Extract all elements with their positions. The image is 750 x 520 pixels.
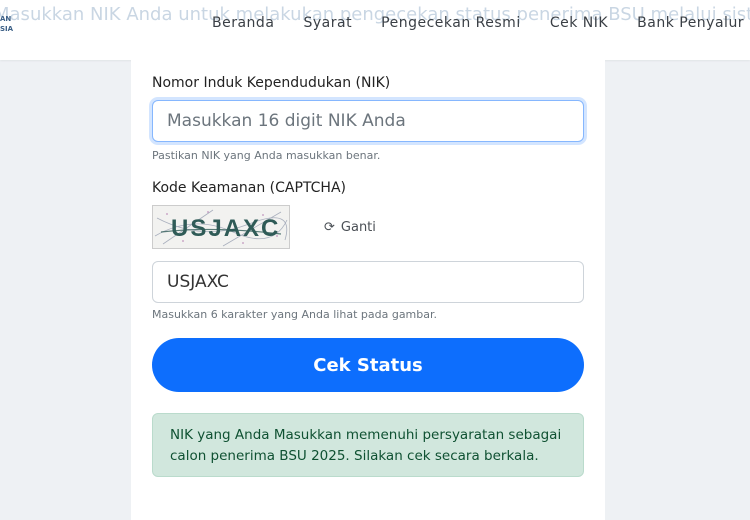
cek-status-button[interactable]: Cek Status	[152, 338, 584, 392]
nav-item-bank-penyalur[interactable]: Bank Penyalur	[637, 15, 744, 31]
site-logo[interactable]: AN SIA	[0, 14, 14, 40]
nav-item-pengecekan-resmi[interactable]: Pengecekan Resmi	[381, 15, 521, 31]
nik-input[interactable]	[152, 100, 584, 142]
result-alert: NIK yang Anda Masukkan memenuhi persyara…	[152, 413, 584, 477]
captcha-input[interactable]	[152, 261, 584, 303]
refresh-icon: ⟳	[324, 220, 335, 235]
captcha-label: Kode Keamanan (CAPTCHA)	[152, 180, 346, 196]
captcha-help-text: Masukkan 6 karakter yang Anda lihat pada…	[152, 308, 438, 321]
nik-label: Nomor Induk Kependudukan (NIK)	[152, 75, 391, 91]
captcha-code: USJAXC	[171, 215, 280, 242]
refresh-label: Ganti	[340, 220, 376, 235]
captcha-refresh-button[interactable]: ⟳ Ganti	[324, 220, 376, 235]
nav-item-beranda[interactable]: Beranda	[212, 15, 274, 31]
logo-line-2: SIA	[0, 25, 14, 33]
nav-item-cek-nik[interactable]: Cek NIK	[550, 15, 608, 31]
nav-links: Beranda Syarat Pengecekan Resmi Cek NIK …	[212, 12, 750, 31]
logo-line-1: AN	[0, 15, 12, 23]
nav-item-syarat[interactable]: Syarat	[304, 15, 353, 31]
captcha-image: USJAXC	[152, 205, 290, 249]
navbar: Masukkan NIK Anda untuk melakukan pengec…	[0, 0, 750, 60]
nik-help-text: Pastikan NIK yang Anda masukkan benar.	[152, 149, 381, 162]
check-form-card: Nomor Induk Kependudukan (NIK) Pastikan …	[131, 60, 605, 520]
